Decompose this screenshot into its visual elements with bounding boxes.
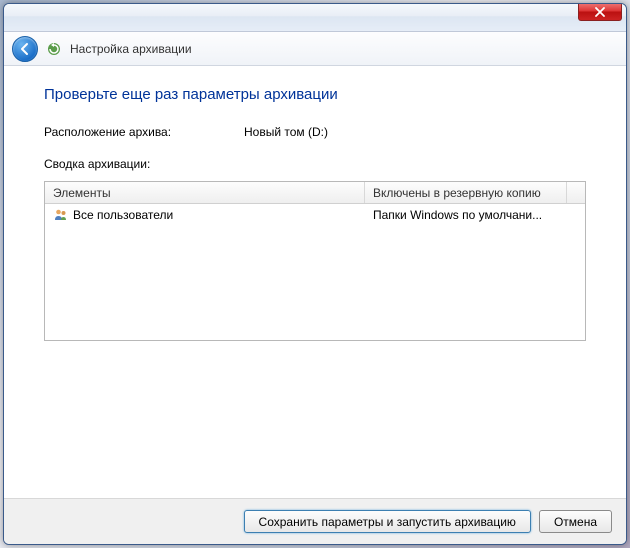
dialog-window: Настройка архивации Проверьте еще раз па… [3, 3, 627, 545]
list-item[interactable]: Все пользователи Папки Windows по умолча… [45, 204, 585, 226]
location-value: Новый том (D:) [244, 125, 328, 139]
titlebar [4, 4, 626, 32]
list-item-value-cell: Папки Windows по умолчани... [365, 206, 585, 224]
window-title: Настройка архивации [70, 42, 192, 56]
location-row: Расположение архива: Новый том (D:) [44, 125, 586, 139]
column-header-elements[interactable]: Элементы [45, 182, 365, 203]
column-header-included[interactable]: Включены в резервную копию [365, 182, 567, 203]
column-header-spacer [567, 182, 585, 203]
list-item-name-cell: Все пользователи [45, 205, 365, 225]
backup-icon [46, 41, 62, 57]
column-header-elements-label: Элементы [53, 186, 111, 200]
list-item-name: Все пользователи [73, 208, 173, 222]
close-button[interactable] [578, 3, 622, 21]
content-area: Проверьте еще раз параметры архивации Ра… [4, 66, 626, 498]
page-heading: Проверьте еще раз параметры архивации [44, 86, 586, 103]
save-button-label: Сохранить параметры и запустить архиваци… [259, 515, 516, 529]
summary-listview[interactable]: Элементы Включены в резервную копию [44, 181, 586, 341]
summary-label: Сводка архивации: [44, 157, 586, 171]
navbar: Настройка архивации [4, 32, 626, 66]
cancel-button-label: Отмена [554, 515, 597, 529]
location-label: Расположение архива: [44, 125, 244, 139]
column-header-included-label: Включены в резервную копию [373, 186, 541, 200]
save-and-run-button[interactable]: Сохранить параметры и запустить архиваци… [244, 510, 531, 533]
dialog-footer: Сохранить параметры и запустить архиваци… [4, 498, 626, 544]
listview-header: Элементы Включены в резервную копию [45, 182, 585, 204]
arrow-left-icon [18, 42, 32, 56]
close-icon [595, 7, 605, 17]
back-button[interactable] [12, 36, 38, 62]
users-icon [53, 207, 69, 223]
list-item-value: Папки Windows по умолчани... [373, 208, 542, 222]
cancel-button[interactable]: Отмена [539, 510, 612, 533]
